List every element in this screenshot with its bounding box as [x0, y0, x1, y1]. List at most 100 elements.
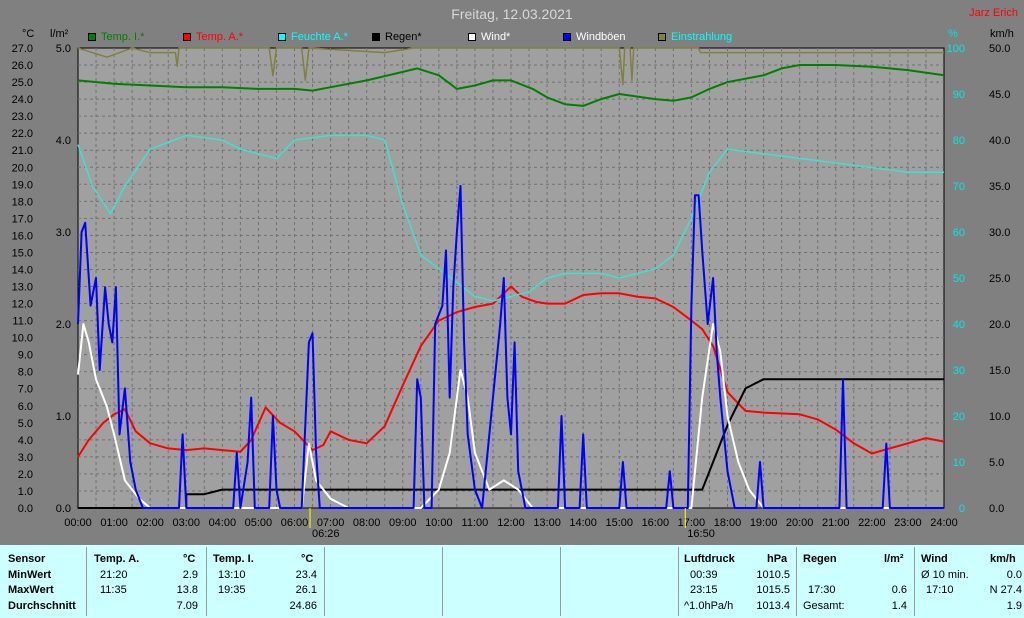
time-tick-label: 24:00 [930, 517, 958, 529]
rain-total-label: Gesamt: [803, 600, 845, 612]
temp-tick-label: 21.0 [12, 145, 33, 157]
time-tick-label: 09:00 [389, 517, 417, 529]
wind-tick-label: 30.0 [989, 227, 1010, 239]
wind-avg-label: Ø 10 min. [921, 569, 969, 581]
rain-max-time: 17:30 [808, 584, 836, 596]
legend-item: Temp. I.* [88, 31, 144, 43]
legend-item: Regen* [372, 31, 422, 43]
legend-swatch [88, 33, 96, 41]
rain-max-value: 0.6 [891, 584, 907, 596]
pressure-header: Luftdruck [684, 553, 735, 565]
temp-tick-label: 23.0 [12, 111, 33, 123]
unit-celsius: °C [22, 28, 35, 40]
legend-label: Temp. A.* [196, 31, 244, 43]
temp-tick-label: 0.0 [18, 503, 33, 515]
wind-tick-label: 40.0 [989, 135, 1010, 147]
temp-tick-label: 18.0 [12, 196, 33, 208]
divider [324, 547, 325, 616]
rain-tick-label: 5.0 [56, 43, 71, 55]
humidity-tick-label: 40 [953, 319, 965, 331]
legend-item: Temp. A.* [183, 31, 243, 43]
time-tick-label: 03:00 [172, 517, 200, 529]
time-tick-label: 20:00 [786, 517, 814, 529]
pressure-unit: hPa [767, 553, 788, 565]
wind-tick-label: 35.0 [989, 181, 1010, 193]
time-tick-label: 10:00 [425, 517, 453, 529]
humidity-tick-label: 70 [953, 181, 965, 193]
temp-tick-label: 26.0 [12, 60, 33, 72]
unit-kmh: km/h [990, 28, 1014, 40]
divider [442, 547, 443, 616]
wind-unit: km/h [990, 553, 1016, 565]
legend-item: Feuchte A.* [278, 31, 348, 43]
sensor-header: Sensor [8, 553, 46, 565]
temp-tick-label: 10.0 [12, 333, 33, 345]
temp-tick-label: 27.0 [12, 43, 33, 55]
divider [914, 547, 915, 616]
author-label: Jarz Erich [969, 7, 1018, 19]
time-tick-label: 01:00 [100, 517, 128, 529]
time-tick-label: 06:00 [281, 517, 309, 529]
legend-label: Temp. I.* [101, 31, 145, 43]
legend-label: Einstrahlung [671, 31, 733, 43]
divider [796, 547, 797, 616]
humidity-tick-label: 50 [953, 273, 965, 285]
legend-swatch [372, 33, 380, 41]
wind-tick-label: 25.0 [989, 273, 1010, 285]
time-tick-label: 21:00 [822, 517, 850, 529]
temp-tick-label: 22.0 [12, 128, 33, 140]
tempa-max-time: 11:35 [100, 584, 127, 596]
wind-mean-value: 1.9 [1006, 600, 1022, 612]
temp-tick-label: 16.0 [12, 230, 33, 242]
time-tick-label: 00:00 [64, 517, 92, 529]
temp-tick-label: 2.0 [18, 469, 33, 481]
sun-marker-label: 16:50 [687, 528, 715, 540]
pressure-trend-value: 1013.4 [756, 600, 790, 612]
humidity-tick-label: 30 [953, 365, 965, 377]
humidity-tick-label: 0 [959, 503, 965, 515]
temp-tick-label: 11.0 [12, 316, 33, 328]
wind-tick-label: 20.0 [989, 319, 1010, 331]
time-tick-label: 18:00 [714, 517, 742, 529]
temp-tick-label: 13.0 [12, 282, 33, 294]
pressure-min-time: 00:39 [690, 569, 718, 581]
time-tick-label: 12:00 [497, 517, 525, 529]
temp-tick-label: 24.0 [12, 94, 33, 106]
avg-label: Durchschnitt [8, 600, 76, 612]
rain-tick-label: 4.0 [56, 135, 71, 147]
tempa-header: Temp. A. [94, 553, 140, 565]
wind-header: Wind [921, 553, 948, 565]
time-tick-label: 23:00 [894, 517, 922, 529]
tempi-max-value: 26.1 [295, 584, 317, 596]
temp-tick-label: 20.0 [12, 162, 33, 174]
pressure-max-time: 23:15 [690, 584, 718, 596]
legend-swatch [183, 33, 191, 41]
humidity-tick-label: 100 [947, 43, 965, 55]
max-label: MaxWert [8, 584, 54, 596]
chart-area: 0.0 1.0 2.0 3.0 4.0 5.0 6.0 7.0 8.0 9.0 10.0 11.0 12… [0, 0, 1024, 545]
rain-unit: l/m² [884, 553, 904, 565]
legend-swatch [658, 33, 666, 41]
tempi-min-time: 13:10 [218, 569, 246, 581]
temp-tick-label: 12.0 [12, 299, 33, 311]
tempa-min-value: 2.9 [182, 569, 198, 581]
page-title: Freitag, 12.03.2021 [451, 6, 573, 22]
humidity-tick-label: 60 [953, 227, 965, 239]
time-tick-label: 16:00 [642, 517, 670, 529]
legend-label: Wind* [481, 31, 511, 43]
wind-tick-label: 5.0 [989, 457, 1004, 469]
legend-label: Regen* [385, 31, 422, 43]
sun-marker-label: 06:26 [312, 528, 340, 540]
time-tick-label: 04:00 [209, 517, 237, 529]
rain-header: Regen [803, 553, 837, 565]
tempi-unit: °C [301, 553, 314, 565]
temp-tick-label: 25.0 [12, 77, 33, 89]
legend-swatch [468, 33, 476, 41]
legend-label: Windböen [576, 31, 626, 43]
rain-tick-label: 0.0 [56, 503, 71, 515]
time-tick-label: 11:00 [462, 517, 489, 529]
time-tick-label: 02:00 [136, 517, 164, 529]
temp-tick-label: 4.0 [18, 435, 33, 447]
stats-panel: Sensor MinWert MaxWert Durchschnitt Temp… [0, 545, 1024, 618]
tempa-min-time: 21:20 [100, 569, 128, 581]
